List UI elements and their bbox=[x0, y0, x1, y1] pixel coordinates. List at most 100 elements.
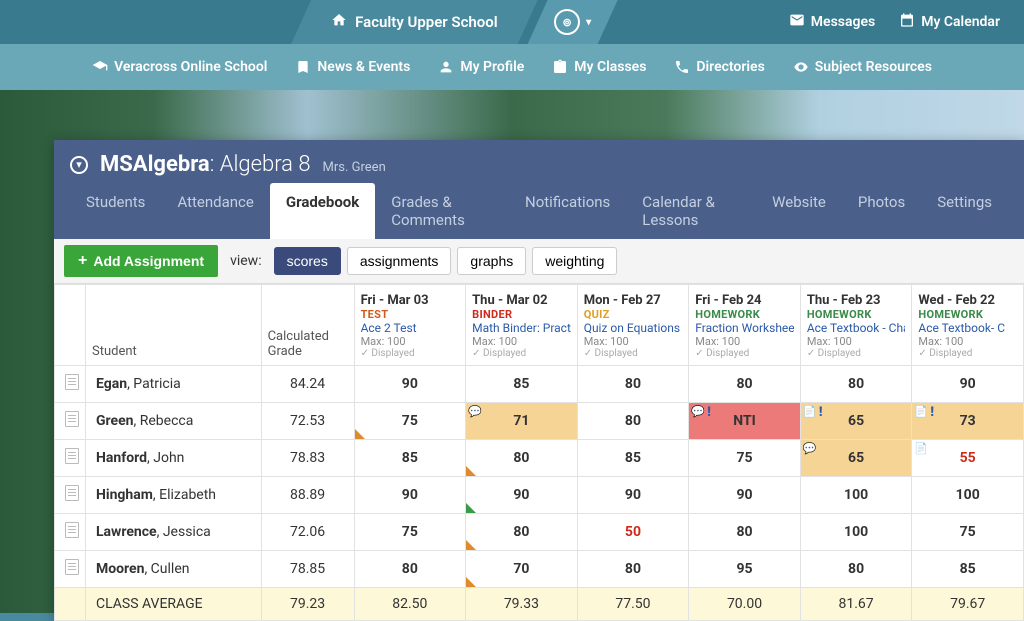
score-cell[interactable]: 💬!NTI bbox=[689, 403, 801, 440]
school-logo-dropdown[interactable]: ⊚ ▾ bbox=[528, 0, 618, 44]
comment-icon[interactable]: 💬 bbox=[803, 442, 817, 455]
assignment-name: Math Binder: Pract bbox=[472, 321, 571, 335]
score-value: 85 bbox=[625, 450, 641, 466]
teacher-name: Mrs. Green bbox=[323, 160, 386, 175]
nav-classes[interactable]: My Classes bbox=[552, 59, 646, 75]
class-code: MSAlgebra bbox=[100, 152, 210, 177]
score-cell[interactable]: 100 bbox=[800, 477, 912, 514]
score-cell[interactable]: 90 bbox=[466, 477, 578, 514]
score-cell[interactable]: 100 bbox=[912, 477, 1024, 514]
add-assignment-button[interactable]: + Add Assignment bbox=[64, 245, 218, 277]
tab-calendar-lessons[interactable]: Calendar & Lessons bbox=[626, 183, 756, 239]
student-name-cell[interactable]: Green, Rebecca bbox=[85, 403, 261, 440]
score-cell[interactable]: 80 bbox=[466, 440, 578, 477]
table-row: Hingham, Elizabeth88.8990909090100100 bbox=[55, 477, 1024, 514]
nav-label: News & Events bbox=[317, 59, 410, 75]
student-name-cell[interactable]: Mooren, Cullen bbox=[85, 551, 261, 588]
table-row: Mooren, Cullen78.85807080958085 bbox=[55, 551, 1024, 588]
flag-triangle-icon bbox=[355, 429, 365, 439]
tab-settings[interactable]: Settings bbox=[921, 183, 1008, 239]
score-cell[interactable]: 📄55 bbox=[912, 440, 1024, 477]
score-value: 85 bbox=[402, 450, 418, 466]
assignment-header[interactable]: Thu - Feb 23HOMEWORKAce Textbook - ChaMa… bbox=[800, 285, 912, 366]
tab-attendance[interactable]: Attendance bbox=[161, 183, 269, 239]
student-doc-icon[interactable] bbox=[55, 551, 86, 588]
document-icon[interactable]: 📄 bbox=[914, 405, 928, 418]
score-cell[interactable]: 100 bbox=[800, 514, 912, 551]
score-cell[interactable]: 80 bbox=[466, 514, 578, 551]
view-weighting[interactable]: weighting bbox=[532, 247, 617, 275]
assignment-name: Fraction Workshee bbox=[695, 321, 794, 335]
view-scores[interactable]: scores bbox=[274, 247, 341, 275]
score-cell[interactable]: 📄!65 bbox=[800, 403, 912, 440]
tab-students[interactable]: Students bbox=[70, 183, 161, 239]
tab-gradebook[interactable]: Gradebook bbox=[270, 183, 375, 239]
score-cell[interactable]: 80 bbox=[689, 366, 801, 403]
nav-school[interactable]: Veracross Online School bbox=[92, 59, 267, 75]
score-cell[interactable]: 80 bbox=[577, 366, 689, 403]
my-calendar-link[interactable]: My Calendar bbox=[899, 12, 1000, 32]
score-cell[interactable]: 80 bbox=[354, 551, 466, 588]
score-cell[interactable]: 75 bbox=[354, 514, 466, 551]
nav-directories[interactable]: Directories bbox=[674, 59, 764, 75]
view-graphs[interactable]: graphs bbox=[457, 247, 526, 275]
score-cell[interactable]: 90 bbox=[354, 477, 466, 514]
assignment-header[interactable]: Fri - Feb 24HOMEWORKFraction WorksheeMax… bbox=[689, 285, 801, 366]
score-cell[interactable]: 90 bbox=[912, 366, 1024, 403]
header-student[interactable]: Student bbox=[85, 285, 261, 366]
score-cell[interactable]: 85 bbox=[577, 440, 689, 477]
score-cell[interactable]: 80 bbox=[800, 366, 912, 403]
score-cell[interactable]: 80 bbox=[800, 551, 912, 588]
view-assignments[interactable]: assignments bbox=[347, 247, 452, 275]
student-name-cell[interactable]: Hingham, Elizabeth bbox=[85, 477, 261, 514]
score-cell[interactable]: 90 bbox=[354, 366, 466, 403]
score-cell[interactable]: 50 bbox=[577, 514, 689, 551]
student-name-cell[interactable]: Hanford, John bbox=[85, 440, 261, 477]
nav-profile[interactable]: My Profile bbox=[438, 59, 524, 75]
assignment-header[interactable]: Mon - Feb 27QUIZQuiz on EquationsMax: 10… bbox=[577, 285, 689, 366]
messages-link[interactable]: Messages bbox=[789, 12, 875, 32]
score-cell[interactable]: 75 bbox=[354, 403, 466, 440]
tab-website[interactable]: Website bbox=[756, 183, 842, 239]
score-cell[interactable]: 75 bbox=[689, 440, 801, 477]
score-cell[interactable]: 90 bbox=[577, 477, 689, 514]
score-cell[interactable]: 80 bbox=[689, 514, 801, 551]
student-doc-icon[interactable] bbox=[55, 366, 86, 403]
tab-photos[interactable]: Photos bbox=[842, 183, 921, 239]
nav-resources[interactable]: Subject Resources bbox=[793, 59, 932, 75]
student-name-cell[interactable]: Lawrence, Jessica bbox=[85, 514, 261, 551]
document-icon[interactable]: 📄 bbox=[803, 405, 817, 418]
score-value: 90 bbox=[513, 487, 529, 503]
score-cell[interactable]: 💬 65 bbox=[800, 440, 912, 477]
document-icon[interactable]: 📄 bbox=[914, 442, 928, 455]
student-doc-icon[interactable] bbox=[55, 514, 86, 551]
alert-icon: ! bbox=[819, 405, 823, 420]
score-cell[interactable]: 📄!73 bbox=[912, 403, 1024, 440]
tab-grades-comments[interactable]: Grades & Comments bbox=[375, 183, 509, 239]
score-cell[interactable]: 75 bbox=[912, 514, 1024, 551]
score-cell[interactable]: 95 bbox=[689, 551, 801, 588]
tab-notifications[interactable]: Notifications bbox=[509, 183, 626, 239]
score-cell[interactable]: 80 bbox=[577, 551, 689, 588]
assignment-header[interactable]: Wed - Feb 22HOMEWORKAce Textbook- CMax: … bbox=[912, 285, 1024, 366]
score-cell[interactable]: 90 bbox=[689, 477, 801, 514]
collapse-icon[interactable]: ▾ bbox=[70, 156, 88, 174]
assignment-header[interactable]: Fri - Mar 03TESTAce 2 TestMax: 100Displa… bbox=[354, 285, 466, 366]
score-cell[interactable]: 70 bbox=[466, 551, 578, 588]
comment-icon[interactable]: 💬 bbox=[691, 405, 705, 418]
student-doc-icon[interactable] bbox=[55, 403, 86, 440]
assignment-header[interactable]: Thu - Mar 02BINDERMath Binder: PractMax:… bbox=[466, 285, 578, 366]
score-cell[interactable]: 80 bbox=[577, 403, 689, 440]
student-name-cell[interactable]: Egan, Patricia bbox=[85, 366, 261, 403]
score-value: 65 bbox=[848, 450, 864, 466]
nav-news[interactable]: News & Events bbox=[295, 59, 410, 75]
comment-icon[interactable]: 💬 bbox=[468, 405, 482, 418]
student-doc-icon[interactable] bbox=[55, 477, 86, 514]
student-doc-icon[interactable] bbox=[55, 440, 86, 477]
score-cell[interactable]: 💬71 bbox=[466, 403, 578, 440]
score-cell[interactable]: 85 bbox=[466, 366, 578, 403]
score-cell[interactable]: 85 bbox=[354, 440, 466, 477]
faculty-selector[interactable]: Faculty Upper School bbox=[291, 0, 538, 44]
header-calculated[interactable]: Calculated Grade bbox=[261, 285, 354, 366]
score-cell[interactable]: 85 bbox=[912, 551, 1024, 588]
